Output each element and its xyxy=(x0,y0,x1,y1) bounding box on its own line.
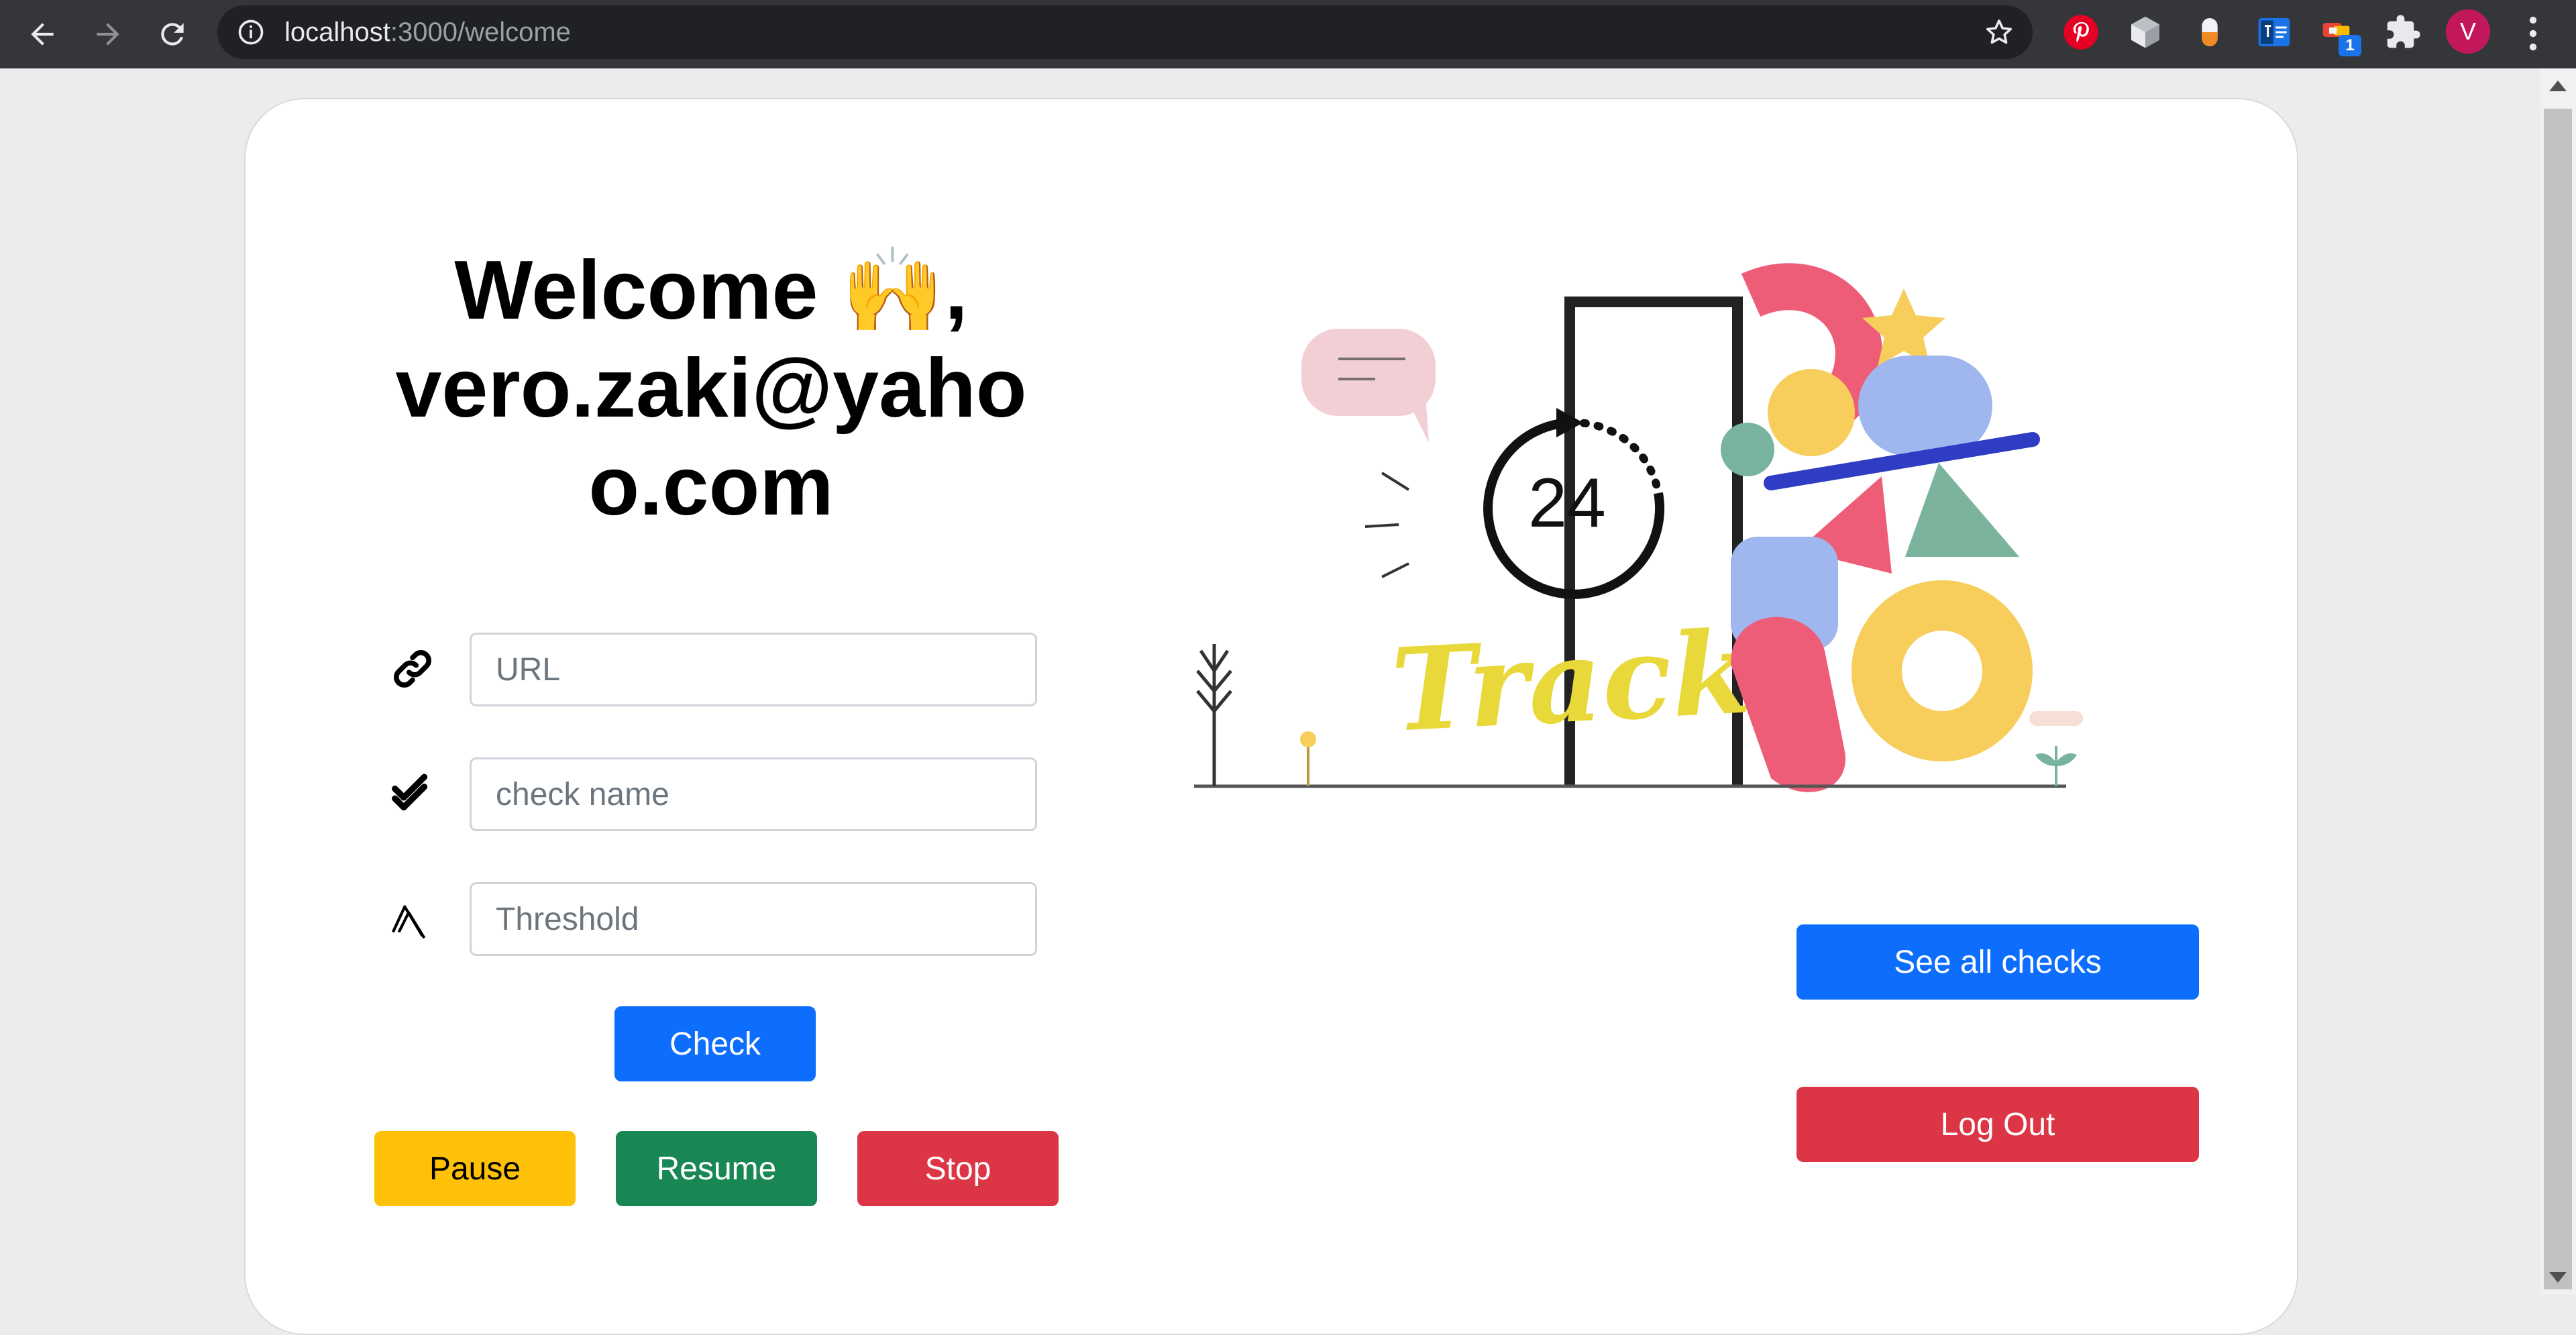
link-icon xyxy=(389,645,436,692)
profile-avatar[interactable]: V xyxy=(2446,9,2490,54)
extension-badge-count: 1 xyxy=(2339,35,2361,56)
scroll-down-arrow-icon[interactable] xyxy=(2549,1272,2567,1283)
timer-value: 24 xyxy=(1528,464,1606,542)
track-illustration: 24 Track xyxy=(1127,228,2133,832)
double-check-icon xyxy=(389,770,436,817)
reload-button[interactable] xyxy=(150,12,195,56)
scrollbar-thumb[interactable] xyxy=(2544,109,2572,1289)
see-all-checks-button[interactable]: See all checks xyxy=(1796,924,2199,1000)
info-icon[interactable] xyxy=(236,17,266,47)
resume-button[interactable]: Resume xyxy=(616,1131,817,1206)
puzzle-extensions-icon[interactable] xyxy=(2384,13,2422,51)
threshold-icon xyxy=(389,895,436,942)
browser-toolbar: localhost:3000/welcome 1 V xyxy=(0,0,2576,68)
translate-extension-icon[interactable] xyxy=(2255,13,2293,51)
stop-button[interactable]: Stop xyxy=(857,1131,1059,1206)
check-name-input[interactable] xyxy=(470,757,1037,831)
check-button[interactable]: Check xyxy=(614,1006,816,1081)
vertical-scrollbar[interactable] xyxy=(2540,68,2576,1295)
welcome-greeting: Welcome 🙌, xyxy=(454,244,968,337)
threshold-input[interactable] xyxy=(470,882,1037,956)
reload-icon xyxy=(161,23,184,46)
pinterest-extension-icon[interactable] xyxy=(2062,13,2100,51)
scroll-up-arrow-icon[interactable] xyxy=(2549,81,2567,91)
arrow-left-icon xyxy=(31,23,54,46)
log-out-button[interactable]: Log Out xyxy=(1796,1087,2199,1162)
badge-extension[interactable]: 1 xyxy=(2320,13,2361,56)
bookmark-star-icon[interactable] xyxy=(1983,16,2015,48)
track-caption: Track xyxy=(1388,605,1754,758)
capsule-extension-icon[interactable] xyxy=(2191,13,2229,51)
pause-button[interactable]: Pause xyxy=(374,1131,576,1206)
address-bar[interactable]: localhost:3000/welcome xyxy=(217,5,2033,59)
more-vertical-icon[interactable] xyxy=(2520,12,2546,55)
welcome-email: vero.zaki@yahoo.com xyxy=(395,342,1027,533)
forward-button[interactable] xyxy=(86,12,130,56)
cube-extension-icon[interactable] xyxy=(2127,13,2164,51)
back-button[interactable] xyxy=(20,12,64,56)
url-text[interactable]: localhost:3000/welcome xyxy=(284,5,571,59)
welcome-heading: Welcome 🙌, vero.zaki@yahoo.com xyxy=(376,242,1046,535)
arrow-right-icon xyxy=(97,23,119,46)
url-path: :3000/welcome xyxy=(390,17,571,47)
url-input[interactable] xyxy=(470,633,1037,706)
url-host: localhost xyxy=(284,17,390,47)
